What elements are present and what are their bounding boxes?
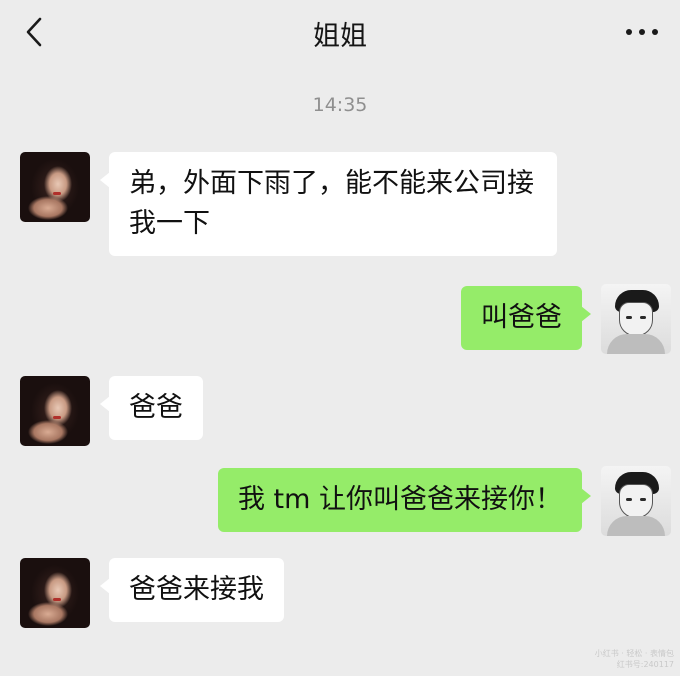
message-bubble-outgoing[interactable]: 我 tm 让你叫爸爸来接你！ [217, 468, 592, 532]
avatar-detail [619, 302, 653, 336]
avatar-detail [640, 498, 646, 501]
avatar-detail [626, 316, 632, 319]
more-dot [639, 29, 645, 35]
sister-avatar[interactable] [20, 376, 90, 446]
avatar-detail [53, 192, 61, 195]
watermark-line: 小红书 · 轻松 · 表情包 [594, 649, 674, 658]
message-text: 叫爸爸 [481, 302, 562, 333]
avatar-detail [619, 484, 653, 518]
message-text: 爸爸来接我 [129, 574, 264, 605]
more-dot [652, 29, 658, 35]
message-text: 我 tm 让你叫爸爸来接你！ [237, 484, 562, 515]
watermark: 小红书 · 轻松 · 表情包 红书号:240117 [595, 648, 674, 670]
chat-header: 姐姐 [0, 0, 680, 66]
sister-avatar[interactable] [20, 152, 90, 222]
message-bubble-incoming[interactable]: 爸爸 [100, 376, 203, 440]
watermark-line: 红书号:240117 [616, 660, 674, 669]
my-avatar[interactable] [601, 284, 671, 354]
message-timestamp: 14:35 [312, 94, 368, 116]
avatar-detail [607, 516, 665, 536]
my-avatar[interactable] [601, 466, 671, 536]
more-button[interactable] [622, 20, 662, 44]
avatar-detail [53, 598, 61, 601]
avatar-detail [53, 416, 61, 419]
message-bubble-outgoing[interactable]: 叫爸爸 [461, 286, 591, 350]
avatar-detail [607, 334, 665, 354]
chat-title: 姐姐 [313, 21, 367, 52]
more-dots-icon [626, 29, 632, 35]
message-text: 爸爸 [129, 392, 183, 423]
sister-avatar[interactable] [20, 558, 90, 628]
avatar-detail [640, 316, 646, 319]
message-bubble-incoming[interactable]: 爸爸来接我 [100, 558, 284, 622]
chat-screen: 姐姐 14:35 弟，外面下雨了，能不能来公司接我一下 叫爸爸 爸爸 我 tm … [0, 0, 680, 676]
message-bubble-incoming[interactable]: 弟，外面下雨了，能不能来公司接我一下 [100, 152, 557, 256]
avatar-detail [626, 498, 632, 501]
message-text: 弟，外面下雨了，能不能来公司接我一下 [129, 168, 534, 239]
